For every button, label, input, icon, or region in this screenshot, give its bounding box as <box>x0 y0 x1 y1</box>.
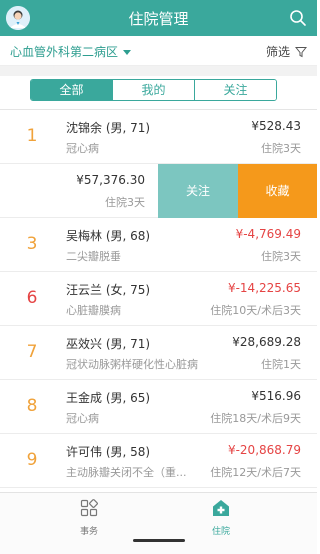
stay-duration: 住院3天 <box>261 250 301 263</box>
patient-name: 许可伟 (男, 58) <box>66 445 151 459</box>
filter-label: 筛选 <box>265 45 290 59</box>
grid-icon <box>80 499 98 517</box>
patient-row-swiped[interactable]: ¥57,376.30 住院3天 关注 收藏 <box>0 164 317 218</box>
nav-affairs[interactable]: 事务 <box>59 499 119 537</box>
bed-number: 1 <box>26 126 38 146</box>
patient-name: 王金成 (男, 65) <box>66 391 151 405</box>
department-selector[interactable]: 心血管外科第二病区 <box>10 43 132 60</box>
patient-row[interactable]: 9 许可伟 (男, 58) 主动脉瓣关闭不全（重... ¥-20,868.79 … <box>0 434 317 488</box>
patient-row[interactable]: 3 吴梅林 (男, 68) 二尖瓣脱垂 ¥-4,769.49 住院3天 <box>0 218 317 272</box>
bed-number: 6 <box>26 288 38 308</box>
nav-hospitalization[interactable]: 住院 <box>191 499 251 537</box>
balance-amount: ¥-14,225.65 <box>227 281 301 295</box>
nav-affairs-label: 事务 <box>79 527 98 537</box>
bed-number: 7 <box>26 342 38 362</box>
divider <box>0 66 317 76</box>
patient-name: 汪云兰 (女, 75) <box>66 283 151 297</box>
balance-amount: ¥516.96 <box>251 389 301 403</box>
app-header: 住院管理 <box>0 0 317 36</box>
patient-name: 吴梅林 (男, 68) <box>66 229 151 243</box>
patient-name: 巫效兴 (男, 71) <box>66 337 151 351</box>
filter-button[interactable]: 筛选 <box>266 43 307 60</box>
funnel-icon <box>295 46 307 57</box>
bed-number: 9 <box>26 450 38 470</box>
diagnosis: 心脏瓣膜病 <box>66 304 121 317</box>
hospital-icon <box>213 500 229 516</box>
segmented-tabs: 全部 我的 关注 <box>30 79 277 101</box>
stay-duration: 住院10天/术后3天 <box>210 304 301 317</box>
diagnosis: 冠心病 <box>66 142 99 155</box>
patient-row[interactable]: 1 沈锦余 (男, 71) 冠心病 ¥528.43 住院3天 <box>0 110 317 164</box>
search-icon[interactable] <box>289 9 307 27</box>
tab-mine[interactable]: 我的 <box>113 80 195 100</box>
tab-followed[interactable]: 关注 <box>195 80 276 100</box>
stay-duration: 住院1天 <box>261 358 301 371</box>
bed-number: 8 <box>26 396 38 416</box>
patient-row[interactable]: 6 汪云兰 (女, 75) 心脏瓣膜病 ¥-14,225.65 住院10天/术后… <box>0 272 317 326</box>
balance-amount: ¥-4,769.49 <box>235 227 301 241</box>
home-indicator <box>133 539 185 542</box>
caret-down-icon <box>123 50 132 55</box>
stay-duration: 住院3天 <box>261 142 301 155</box>
diagnosis: 冠状动脉粥样硬化性心脏病 <box>66 358 198 371</box>
balance-amount: ¥28,689.28 <box>232 335 301 349</box>
department-label: 心血管外科第二病区 <box>10 45 119 59</box>
follow-button[interactable]: 关注 <box>158 164 238 218</box>
patient-row[interactable]: 7 巫效兴 (男, 71) 冠状动脉粥样硬化性心脏病 ¥28,689.28 住院… <box>0 326 317 380</box>
balance-amount: ¥-20,868.79 <box>227 443 301 457</box>
diagnosis: 主动脉瓣关闭不全（重... <box>66 466 187 479</box>
tab-bar: 全部 我的 关注 <box>0 76 317 110</box>
patient-name: 沈锦余 (男, 71) <box>66 121 151 135</box>
bed-number: 3 <box>26 234 38 254</box>
diagnosis: 冠心病 <box>66 412 99 425</box>
balance-amount: ¥528.43 <box>251 119 301 133</box>
page-title: 住院管理 <box>128 10 189 28</box>
bottom-nav: 事务 住院 <box>0 492 317 554</box>
stay-duration: 住院12天/术后7天 <box>210 466 301 479</box>
tab-all[interactable]: 全部 <box>31 80 113 100</box>
stay-duration: 住院3天 <box>105 196 145 209</box>
department-bar: 心血管外科第二病区 筛选 <box>0 36 317 66</box>
favorite-button[interactable]: 收藏 <box>238 164 317 218</box>
stay-duration: 住院18天/术后9天 <box>210 412 301 425</box>
nav-hospitalization-label: 住院 <box>211 527 230 537</box>
patient-list: 1 沈锦余 (男, 71) 冠心病 ¥528.43 住院3天 ¥57,376.3… <box>0 110 317 488</box>
patient-row[interactable]: 8 王金成 (男, 65) 冠心病 ¥516.96 住院18天/术后9天 <box>0 380 317 434</box>
balance-amount: ¥57,376.30 <box>76 173 145 187</box>
diagnosis: 二尖瓣脱垂 <box>66 250 121 263</box>
